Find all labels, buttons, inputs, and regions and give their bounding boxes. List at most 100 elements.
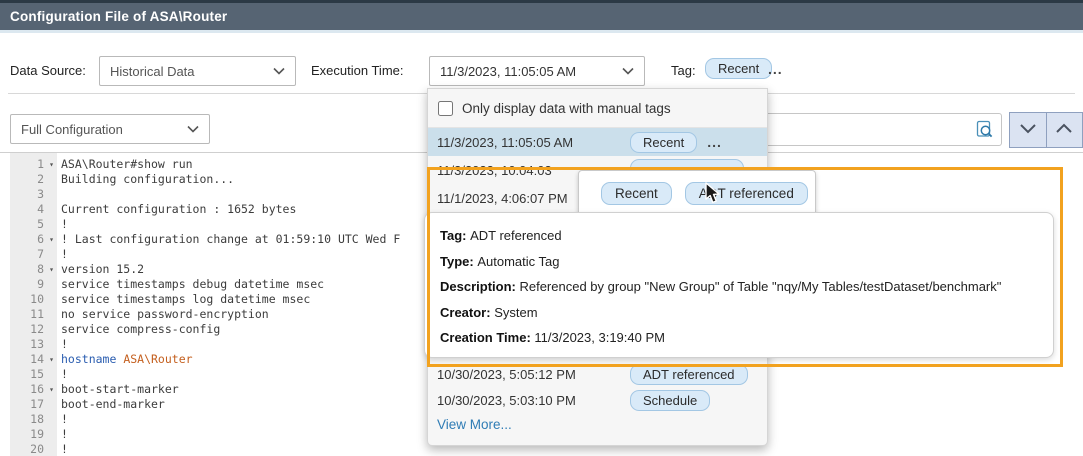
accent-strip [0,30,1083,33]
tooltip-field: Description: Referenced by group "New Gr… [440,274,1038,300]
view-mode-select[interactable]: Full Configuration [10,114,210,144]
line-number: 18 [10,412,44,427]
execution-time-row[interactable]: 10/30/2023, 5:03:10 PMSchedule [428,387,767,413]
code-text: ! [59,247,68,262]
line-number: 11 [10,307,44,322]
row-timestamp: 10/30/2023, 5:03:10 PM [437,393,630,408]
tag-popover: Recent ADT referenced [578,170,816,216]
tag-pill[interactable]: Schedule [630,390,710,411]
search-in-document-icon[interactable] [975,120,994,144]
code-text: service compress-config [59,322,220,337]
fold-spacer [44,322,59,337]
dropdown-rows-bottom: 10/30/2023, 5:05:12 PMADT referenced10/3… [428,361,767,413]
code-text: ! [59,337,68,352]
code-text: service timestamps debug datetime msec [59,277,324,292]
fold-spacer [44,427,59,442]
fold-marker-icon[interactable]: ▾ [44,352,59,367]
manual-tags-filter-label: Only display data with manual tags [462,101,671,116]
row-timestamp: 11/3/2023, 11:05:05 AM [437,135,630,150]
fold-marker-icon[interactable]: ▾ [44,157,59,172]
chevron-down-icon [1019,121,1037,139]
tag-pill[interactable]: Recent [630,132,697,153]
code-text: boot-start-marker [59,382,179,397]
chevron-down-icon [273,67,285,75]
fold-spacer [44,307,59,322]
data-source-select[interactable]: Historical Data [99,56,296,86]
line-number: 5 [10,217,44,232]
line-number: 9 [10,277,44,292]
data-source-value: Historical Data [110,64,195,79]
fold-spacer [44,412,59,427]
code-text: ! [59,412,68,427]
find-nav-buttons [1009,112,1083,148]
line-number: 4 [10,202,44,217]
line-number: 13 [10,337,44,352]
line-number: 8 [10,262,44,277]
code-text: ! [59,217,68,232]
execution-time-row[interactable]: 11/3/2023, 11:05:05 AMRecent... [428,128,767,156]
line-number: 12 [10,322,44,337]
manual-tags-checkbox[interactable] [438,101,453,116]
fold-spacer [44,187,59,202]
data-source-label: Data Source: [10,63,86,78]
code-text: ! [59,442,68,456]
line-number: 6 [10,232,44,247]
code-text: ! Last configuration change at 01:59:10 … [59,232,400,247]
tooltip-field: Creator: System [440,300,1038,326]
code-text: service timestamps log datetime msec [59,292,310,307]
code-text: ! [59,427,68,442]
more-tags-button[interactable]: ... [707,134,722,150]
code-text: Building configuration... [59,172,234,187]
title-bar: Configuration File of ASA\Router [0,3,1083,30]
code-text [59,187,61,202]
chevron-down-icon [187,125,199,133]
find-prev-button[interactable] [1046,113,1083,147]
fold-spacer [44,172,59,187]
current-tag-pill[interactable]: Recent [705,58,772,79]
view-more-link[interactable]: View More... [437,417,512,432]
code-text: boot-end-marker [59,397,165,412]
line-number: 1 [10,157,44,172]
line-number: 7 [10,247,44,262]
chevron-up-icon [1055,121,1073,139]
row-timestamp: 10/30/2023, 5:05:12 PM [437,367,630,382]
execution-time-row[interactable]: 10/30/2023, 5:05:12 PMADT referenced [428,361,767,387]
code-text: version 15.2 [59,262,144,277]
line-number: 3 [10,187,44,202]
execution-time-select[interactable]: 11/3/2023, 11:05:05 AM [429,56,645,86]
fold-spacer [44,292,59,307]
tag-label: Tag: [671,63,696,78]
popover-tag-pill[interactable]: ADT referenced [685,182,808,205]
fold-spacer [44,247,59,262]
view-mode-value: Full Configuration [21,122,123,137]
fold-spacer [44,337,59,352]
tooltip-field: Creation Time: 11/3/2023, 3:19:40 PM [440,325,1038,351]
execution-time-label: Execution Time: [311,63,404,78]
code-text: no service password-encryption [59,307,269,322]
line-number: 2 [10,172,44,187]
code-text: hostname ASA\Router [59,352,193,367]
execution-time-value: 11/3/2023, 11:05:05 AM [440,64,576,79]
popover-tag-pill[interactable]: Recent [601,182,672,205]
find-next-button[interactable] [1010,113,1046,147]
code-text: Current configuration : 1652 bytes [59,202,296,217]
line-number: 19 [10,427,44,442]
fold-marker-icon[interactable]: ▾ [44,262,59,277]
manual-tags-filter[interactable]: Only display data with manual tags [428,89,767,128]
line-number: 14 [10,352,44,367]
line-number: 15 [10,367,44,382]
fold-spacer [44,277,59,292]
fold-spacer [44,217,59,232]
chevron-down-icon [622,67,634,75]
tooltip-field: Tag: ADT referenced [440,223,1038,249]
line-number: 20 [10,442,44,456]
tag-pill[interactable]: ADT referenced [630,364,748,385]
fold-spacer [44,442,59,456]
fold-spacer [44,202,59,217]
fold-spacer [44,397,59,412]
fold-spacer [44,367,59,382]
more-tags-button[interactable]: ... [768,61,783,77]
line-number: 10 [10,292,44,307]
fold-marker-icon[interactable]: ▾ [44,382,59,397]
fold-marker-icon[interactable]: ▾ [44,232,59,247]
